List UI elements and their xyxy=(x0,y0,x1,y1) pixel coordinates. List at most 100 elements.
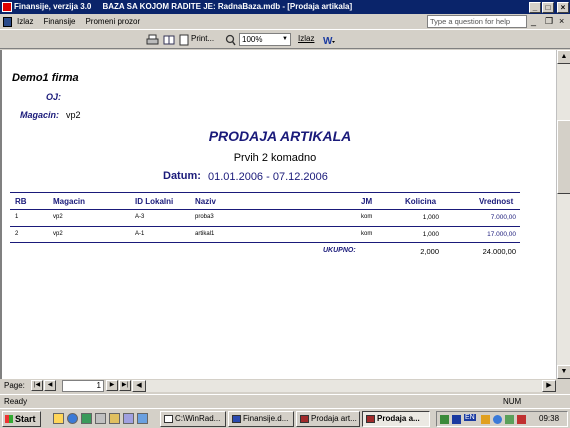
mdi-restore-button[interactable]: ❐ xyxy=(545,16,553,27)
taskbar-item-finansije[interactable]: Finansije.d... xyxy=(228,411,294,427)
taskbar-item-prodaja-art[interactable]: Prodaja art... xyxy=(296,411,360,427)
total-vrednost: 24.000,00 xyxy=(482,247,516,256)
magacin-label: Magacin: xyxy=(20,110,60,120)
tray-app-icon[interactable] xyxy=(452,415,461,424)
menu-item-izlaz[interactable]: Izlaz xyxy=(12,17,38,26)
quick-launch-folder-icon[interactable] xyxy=(95,413,106,424)
col-header-magacin: Magacin xyxy=(53,197,86,206)
last-page-icon[interactable]: ▶| xyxy=(119,380,131,391)
quick-launch-explorer-icon[interactable] xyxy=(53,413,64,424)
prev-page-icon[interactable]: ◀ xyxy=(44,380,56,391)
tray-volume-icon[interactable] xyxy=(481,415,490,424)
tray-network-icon[interactable] xyxy=(440,415,449,424)
access-icon xyxy=(366,415,375,423)
table-row: 1 vp2 A-3 proba3 kom 1,000 7.000,00 xyxy=(2,214,556,224)
scroll-down-icon[interactable]: ▼ xyxy=(557,365,570,379)
app-icon xyxy=(2,2,12,12)
total-kolicina: 2,000 xyxy=(420,247,439,256)
quick-launch-ie-icon[interactable] xyxy=(67,413,78,424)
quick-launch-tool-icon[interactable] xyxy=(137,413,148,424)
minimize-button[interactable]: _ xyxy=(529,1,541,13)
company-name: Demo1 firma xyxy=(12,72,79,84)
num-lock-indicator: NUM xyxy=(503,397,522,406)
cell-id: A-3 xyxy=(135,214,145,220)
task-label: Prodaja a... xyxy=(377,414,420,423)
table-row: 2 vp2 A-1 artikal1 kom 1,000 17.000,00 xyxy=(2,231,556,241)
quick-launch-app-icon[interactable] xyxy=(109,413,120,424)
cell-id: A-1 xyxy=(135,231,145,237)
zoom-select[interactable]: 100% ▼ xyxy=(239,33,291,46)
quick-launch-desktop-icon[interactable] xyxy=(81,413,92,424)
magacin-value: vp2 xyxy=(66,110,81,120)
task-label: Prodaja art... xyxy=(311,414,357,423)
access-icon xyxy=(300,415,309,423)
exit-button[interactable]: Izlaz xyxy=(298,34,314,43)
tray-antivirus-icon[interactable] xyxy=(517,415,526,424)
language-indicator[interactable]: EN xyxy=(464,414,476,421)
cell-rb: 1 xyxy=(15,214,19,220)
tray-messenger-icon[interactable] xyxy=(493,415,502,424)
cell-jm: kom xyxy=(361,231,373,237)
tray-security-icon[interactable] xyxy=(505,415,514,424)
scroll-left-icon[interactable]: ◀ xyxy=(132,380,146,392)
scroll-thumb[interactable] xyxy=(557,120,570,194)
page-setup-icon[interactable] xyxy=(179,34,190,46)
status-text: Ready xyxy=(4,397,28,406)
taskbar: Start C:\WinRad... Finansije.d... Prodaj… xyxy=(0,408,570,428)
status-bar: Ready NUM xyxy=(0,394,570,408)
page-label: Page: xyxy=(4,381,25,390)
next-page-icon[interactable]: ▶ xyxy=(106,380,118,391)
system-tray: EN 09:38 xyxy=(436,411,568,427)
close-button[interactable]: × xyxy=(557,1,569,13)
cell-magacin: vp2 xyxy=(53,214,63,220)
taskbar-item-prodaja-active[interactable]: Prodaja a... xyxy=(362,411,430,427)
report-preview: Demo1 firma OJ: Magacin: vp2 PRODAJA ART… xyxy=(0,50,556,379)
print-button[interactable]: Print... xyxy=(191,34,214,43)
maximize-button[interactable]: □ xyxy=(542,1,554,13)
zoom-value: 100% xyxy=(242,35,263,44)
book-icon[interactable] xyxy=(163,34,175,46)
folder-icon xyxy=(164,415,173,423)
chevron-down-icon: ▼ xyxy=(282,36,288,42)
window-title: Finansije, verzija 3.0 BAZA SA KOJOM RAD… xyxy=(14,2,353,11)
menu-item-promeni-prozor[interactable]: Promeni prozor xyxy=(80,17,145,26)
quick-launch-media-icon[interactable] xyxy=(123,413,134,424)
cell-magacin: vp2 xyxy=(53,231,63,237)
table-bottom-line xyxy=(10,242,520,243)
task-label: Finansije.d... xyxy=(243,414,289,423)
oj-label: OJ: xyxy=(46,92,62,102)
cell-vrednost: 7.000,00 xyxy=(490,214,516,221)
first-page-icon[interactable]: |◀ xyxy=(31,380,43,391)
col-header-rb: RB xyxy=(15,197,27,206)
row-divider xyxy=(10,226,520,227)
start-label: Start xyxy=(15,414,36,424)
report-subtitle: Prvih 2 komadno xyxy=(233,152,317,164)
help-search-input[interactable]: Type a question for help xyxy=(427,15,527,28)
word-export-icon[interactable]: W xyxy=(322,34,336,46)
menu-item-finansije[interactable]: Finansije xyxy=(38,17,80,26)
taskbar-item-winrad[interactable]: C:\WinRad... xyxy=(160,411,226,427)
cell-kolicina: 1,000 xyxy=(422,214,439,221)
cell-kolicina: 1,000 xyxy=(422,231,439,238)
windows-logo-icon xyxy=(5,415,13,423)
col-header-id: ID Lokalni xyxy=(135,197,174,206)
total-label: UKUPNO: xyxy=(323,247,356,254)
horizontal-scrollbar[interactable]: ◀ ▶ xyxy=(132,380,556,392)
vertical-scrollbar[interactable]: ▲ ▼ xyxy=(556,50,570,379)
word-icon xyxy=(232,415,241,423)
mdi-minimize-button[interactable]: _ xyxy=(531,16,536,26)
document-icon xyxy=(3,16,12,27)
start-button[interactable]: Start xyxy=(2,411,41,427)
printer-icon[interactable] xyxy=(146,34,159,46)
report-title: PRODAJA ARTIKALA xyxy=(208,128,352,144)
header-top-line xyxy=(10,192,520,193)
header-bottom-line xyxy=(10,209,520,210)
scroll-up-icon[interactable]: ▲ xyxy=(557,50,570,64)
page-number-input[interactable]: 1 xyxy=(62,380,104,392)
svg-text:W: W xyxy=(323,36,333,46)
title-bar: Finansije, verzija 3.0 BAZA SA KOJOM RAD… xyxy=(0,0,570,14)
magnifier-icon[interactable] xyxy=(225,34,236,46)
cell-jm: kom xyxy=(361,214,373,220)
scroll-right-icon[interactable]: ▶ xyxy=(542,380,556,392)
mdi-close-button[interactable]: × xyxy=(559,16,564,26)
